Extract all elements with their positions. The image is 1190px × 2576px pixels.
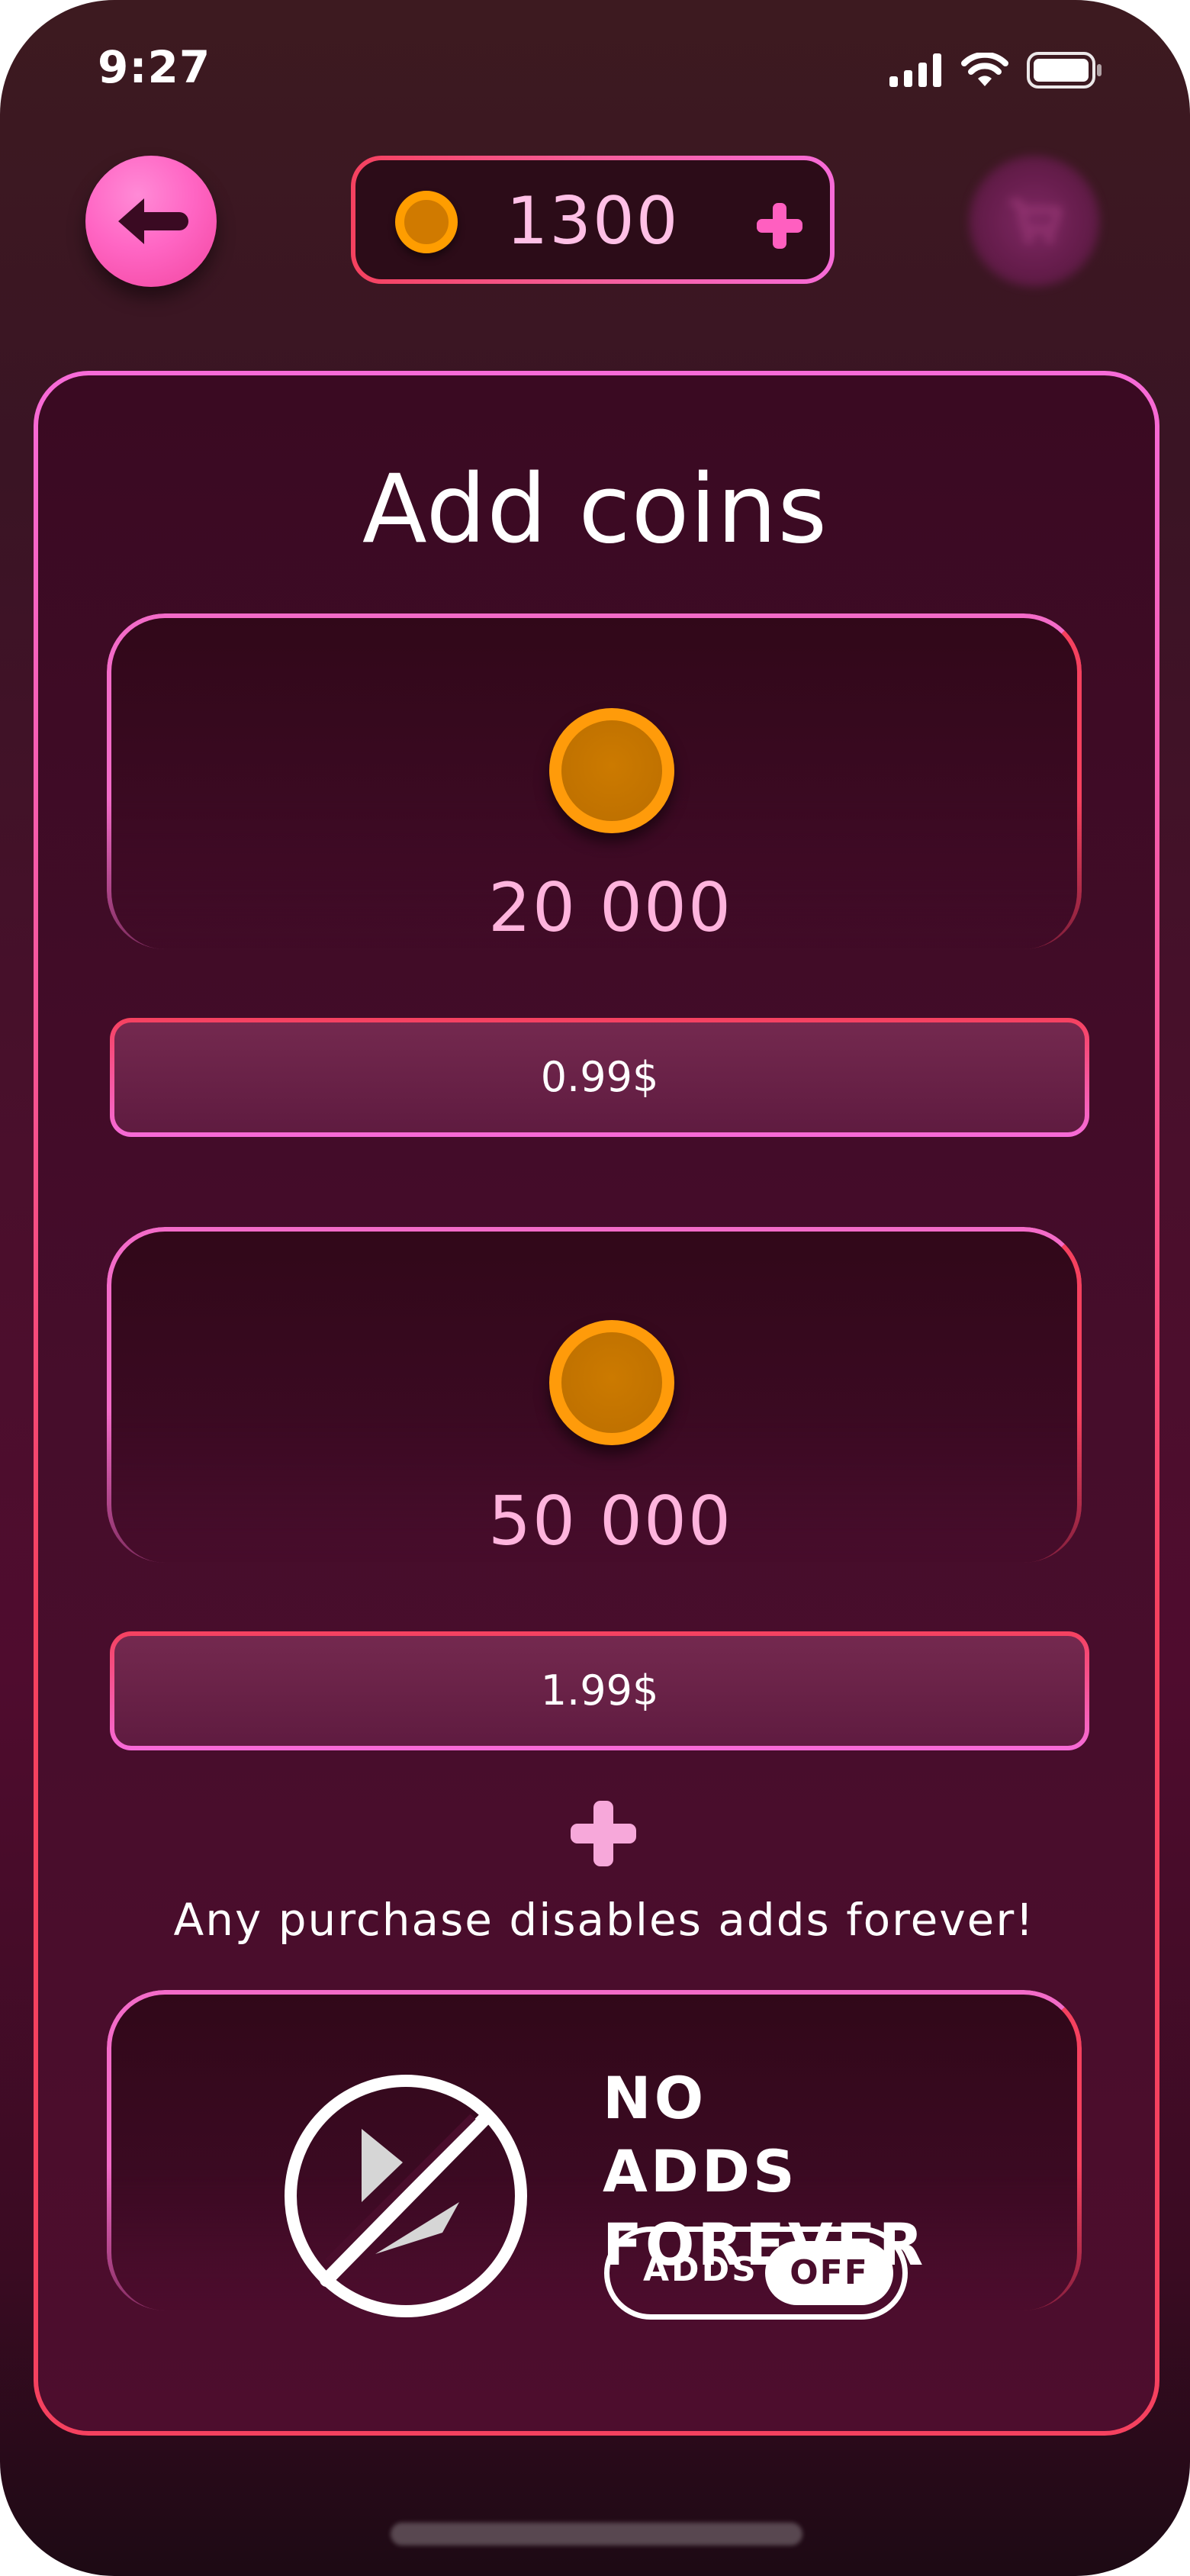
buy-button-50000[interactable]: 1.99$	[110, 1631, 1089, 1750]
ads-toggle-label: ADDS	[643, 2250, 758, 2289]
ads-toggle[interactable]: ADDS OFF	[604, 2227, 908, 2320]
status-time: 9:27	[98, 41, 211, 93]
no-ads-title-line1: NO ADDS	[603, 2064, 798, 2205]
arrow-left-icon	[118, 198, 188, 244]
purchase-notice: Any purchase disables adds forever!	[173, 1894, 1035, 1946]
back-button[interactable]	[85, 156, 217, 287]
home-indicator[interactable]	[391, 2523, 802, 2545]
plus-icon	[571, 1801, 636, 1866]
no-ads-card	[107, 1990, 1082, 2310]
no-ads-icon	[285, 2075, 527, 2317]
phone-screen: 9:27 1300 Add coins 20 000 0.99$ 50 000 …	[0, 0, 1190, 2576]
coin-icon	[549, 1320, 674, 1445]
cellular-signal-icon	[889, 53, 941, 87]
wifi-icon	[961, 53, 1008, 86]
coin-balance-pill: 1300	[351, 156, 835, 284]
coin-icon	[549, 708, 674, 833]
shop-button[interactable]	[969, 156, 1100, 287]
panel-title: Add coins	[362, 455, 828, 565]
add-coins-plus-icon[interactable]	[757, 203, 802, 249]
offer-amount: 50 000	[488, 1482, 732, 1560]
ads-toggle-state: OFF	[765, 2241, 893, 2305]
offer-amount: 20 000	[488, 868, 732, 947]
cart-icon	[1010, 199, 1062, 243]
buy-button-20000[interactable]: 0.99$	[110, 1018, 1089, 1137]
status-icons	[889, 50, 1103, 90]
battery-icon	[1027, 52, 1102, 89]
